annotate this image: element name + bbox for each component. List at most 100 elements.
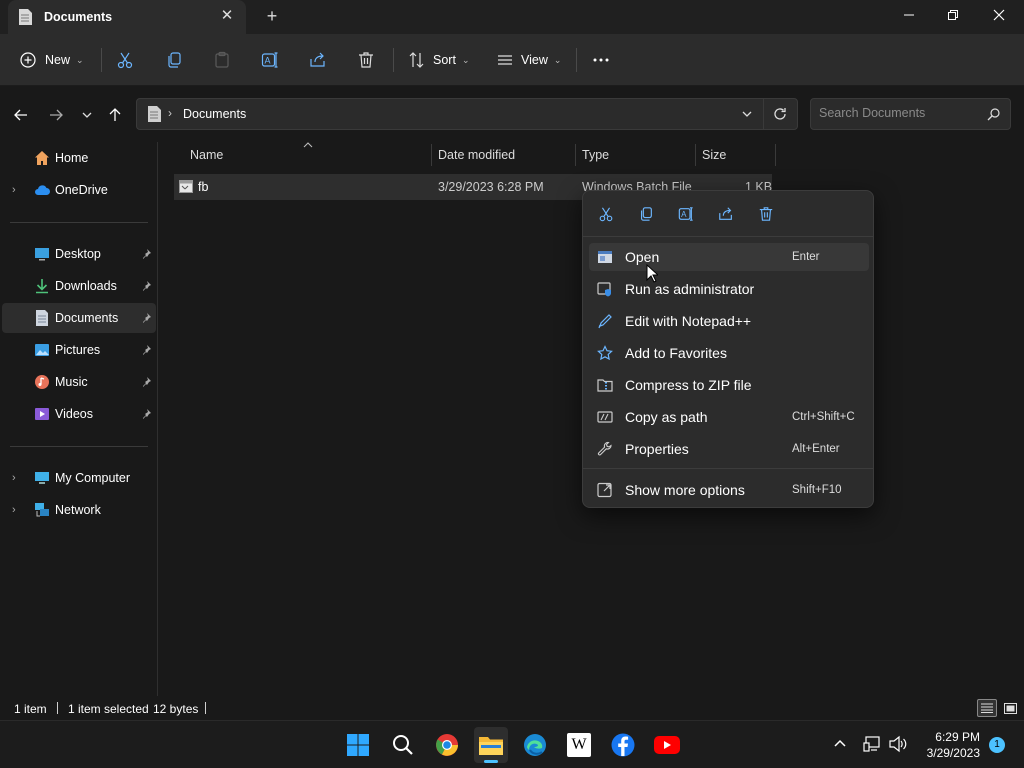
delete-icon[interactable] [756,204,776,224]
breadcrumb-documents[interactable]: Documents [183,107,246,121]
maximize-icon[interactable] [930,0,976,30]
pin-icon[interactable] [140,312,152,324]
chevron-down-icon: ⌄ [461,54,470,65]
menu-item-open[interactable]: Open Enter [589,243,869,271]
pin-icon[interactable] [140,408,152,420]
menu-item-add-favorites[interactable]: Add to Favorites [589,339,869,367]
clock[interactable]: 6:29 PM 3/29/2023 [900,729,980,761]
chrome-icon[interactable] [430,727,464,763]
large-icons-view-icon[interactable] [1000,699,1020,717]
chevron-right-icon[interactable]: › [12,184,16,196]
network-status-icon[interactable] [863,735,881,756]
more-options-button[interactable] [592,47,610,73]
cut-icon[interactable] [596,204,616,224]
context-menu: A Open Enter Run as administrator Edit w… [582,190,874,508]
chevron-up-icon[interactable] [832,736,848,755]
batch-file-icon [179,180,193,193]
youtube-icon[interactable] [650,727,684,763]
sidebar-item-desktop[interactable]: Desktop [2,239,156,269]
back-arrow-icon[interactable] [11,105,31,125]
sidebar-item-home[interactable]: Home [2,143,156,173]
menu-item-label: Properties [625,441,689,457]
search-icon[interactable] [386,727,420,763]
up-arrow-icon[interactable] [105,105,125,125]
menu-item-properties[interactable]: Properties Alt+Enter [589,435,869,463]
search-input[interactable] [819,106,979,120]
column-header-type[interactable]: Type [582,142,609,168]
wikipedia-icon[interactable]: W [562,727,596,763]
sidebar-item-videos[interactable]: Videos [2,399,156,429]
sort-button[interactable]: Sort ⌄ [408,47,469,73]
share-icon[interactable] [716,204,736,224]
minimize-icon[interactable] [886,0,932,30]
search-icon[interactable] [987,108,1000,121]
edge-icon[interactable] [518,727,552,763]
rename-icon[interactable]: A [676,204,696,224]
menu-item-compress-zip[interactable]: Compress to ZIP file [589,371,869,399]
divider [10,446,148,447]
forward-arrow-icon[interactable] [46,105,66,125]
column-header-name[interactable]: Name [190,142,223,168]
taskbar: W 6:29 PM 3/29/2023 1 [0,720,1024,768]
file-explorer-icon[interactable] [474,727,508,763]
sidebar-item-onedrive[interactable]: › OneDrive [2,175,156,205]
selection-count: 1 item selected [68,702,149,716]
file-date: 3/29/2023 6:28 PM [438,180,544,194]
column-header-date[interactable]: Date modified [438,142,515,168]
windows-start-icon[interactable] [341,727,375,763]
refresh-icon[interactable] [773,107,787,121]
view-button[interactable]: View ⌄ [496,47,561,73]
selection-size: 12 bytes [153,702,199,716]
chevron-right-icon[interactable]: › [12,504,16,516]
sidebar-item-pictures[interactable]: Pictures [2,335,156,365]
copy-icon[interactable] [636,204,656,224]
sidebar-item-music[interactable]: Music [2,367,156,397]
divider [695,144,696,166]
details-view-icon[interactable] [977,699,997,717]
view-icon [498,55,512,65]
search-box[interactable] [810,98,1011,130]
sidebar-item-label: Desktop [55,247,101,261]
delete-button[interactable] [357,47,375,73]
sidebar-item-label: OneDrive [55,183,108,197]
recent-locations-icon[interactable] [77,105,97,125]
menu-item-run-as-admin[interactable]: Run as administrator [589,275,869,303]
menu-item-copy-path[interactable]: Copy as path Ctrl+Shift+C [589,403,869,431]
copy-path-icon [597,411,613,423]
plus-icon[interactable]: + [262,6,282,26]
pin-icon[interactable] [140,248,152,260]
paste-button[interactable] [213,47,231,73]
home-icon [35,151,49,165]
pin-icon[interactable] [140,280,152,292]
rename-button[interactable]: A [261,47,279,73]
share-button[interactable] [309,47,327,73]
notepadpp-icon [598,314,612,329]
sidebar-item-documents[interactable]: Documents [2,303,156,333]
menu-item-shortcut: Shift+F10 [792,484,842,496]
chevron-down-icon[interactable] [741,110,753,120]
cut-button[interactable] [116,47,134,73]
sidebar-item-downloads[interactable]: Downloads [2,271,156,301]
notification-badge[interactable]: 1 [989,737,1005,753]
close-icon[interactable]: ✕ [220,8,234,24]
delete-icon [359,52,373,68]
chevron-right-icon: › [168,106,172,120]
sidebar-item-my-computer[interactable]: › My Computer [2,463,156,493]
mouse-cursor-icon [646,264,658,283]
pin-icon[interactable] [140,344,152,356]
facebook-icon[interactable] [606,727,640,763]
chevron-right-icon[interactable]: › [12,472,16,484]
sidebar-item-network[interactable]: › Network [2,495,156,525]
menu-item-show-more-options[interactable]: Show more options Shift+F10 [589,476,869,504]
plus-circle-icon [20,52,36,68]
address-bar[interactable]: › Documents [136,98,798,130]
menu-item-shortcut: Ctrl+Shift+C [792,411,855,423]
close-window-icon[interactable] [976,0,1022,30]
divider [205,702,206,714]
pin-icon[interactable] [140,376,152,388]
new-button[interactable]: New ⌄ [20,47,84,73]
copy-button[interactable] [165,47,183,73]
menu-item-edit-notepadpp[interactable]: Edit with Notepad++ [589,307,869,335]
tab-documents[interactable]: Documents ✕ [8,0,246,34]
column-header-size[interactable]: Size [702,142,726,168]
